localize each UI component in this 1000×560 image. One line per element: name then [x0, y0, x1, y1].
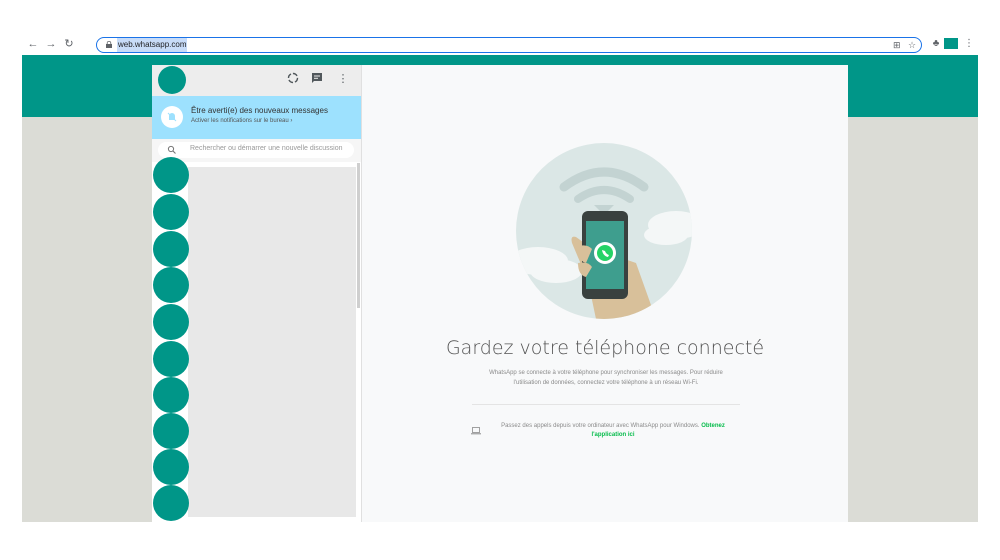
status-icon[interactable]: [286, 72, 300, 86]
chat-list: [188, 167, 356, 517]
lock-icon: [106, 41, 112, 48]
intro-panel: Gardez votre téléphone connecté WhatsApp…: [362, 65, 848, 522]
desktop-calls-text: Passez des appels depuis votre ordinateu…: [485, 422, 741, 440]
enable-notifications-link[interactable]: Activer les notifications sur le bureau …: [191, 118, 292, 124]
reload-icon[interactable]: ↻: [62, 37, 76, 51]
chat-avatar[interactable]: [153, 157, 189, 193]
desktop-calls-description: Passez des appels depuis votre ordinateu…: [501, 423, 700, 429]
extensions-icon[interactable]: ♣: [929, 37, 943, 51]
phone-connected-illustration: [516, 143, 692, 319]
address-bar[interactable]: web.whatsapp.com ⊞ ☆: [96, 37, 922, 53]
browser-toolbar: ← → ↻ web.whatsapp.com ⊞ ☆ ♣ ⋮: [22, 36, 978, 54]
divider: [472, 404, 740, 405]
sidebar-header: ⋮: [152, 65, 361, 96]
sidebar: ⋮ Être averti(e) des nouveaux messages A…: [152, 65, 362, 522]
user-avatar[interactable]: [158, 66, 186, 94]
browser-menu-icon[interactable]: ⋮: [962, 37, 976, 51]
search-box[interactable]: Rechercher ou démarrer une nouvelle disc…: [158, 142, 354, 158]
chat-avatar[interactable]: [153, 449, 189, 485]
menu-icon[interactable]: ⋮: [336, 72, 350, 86]
intro-description: WhatsApp se connecte à votre téléphone p…: [489, 370, 723, 386]
search-input[interactable]: Rechercher ou démarrer une nouvelle disc…: [190, 145, 343, 152]
url-text[interactable]: web.whatsapp.com: [117, 38, 188, 52]
notification-bell-off-icon: [161, 106, 183, 128]
notification-banner[interactable]: Être averti(e) des nouveaux messages Act…: [152, 96, 361, 139]
chat-avatar[interactable]: [153, 231, 189, 267]
forward-icon[interactable]: →: [44, 37, 58, 51]
laptop-icon: [471, 427, 481, 435]
chat-avatar[interactable]: [153, 304, 189, 340]
chat-avatar[interactable]: [153, 341, 189, 377]
chat-avatar[interactable]: [153, 485, 189, 521]
whatsapp-app: ⋮ Être averti(e) des nouveaux messages A…: [152, 65, 848, 522]
search-icon: [167, 145, 176, 154]
search-area: Rechercher ou démarrer une nouvelle disc…: [152, 139, 361, 162]
intro-title: Gardez votre téléphone connecté: [445, 337, 765, 359]
notification-title: Être averti(e) des nouveaux messages: [191, 106, 328, 115]
back-icon[interactable]: ←: [26, 37, 40, 51]
bookmark-star-icon[interactable]: ☆: [908, 38, 916, 52]
chat-list-scrollbar[interactable]: [357, 163, 360, 308]
profile-icon[interactable]: [944, 38, 958, 49]
chat-avatar[interactable]: [153, 194, 189, 230]
chat-avatar[interactable]: [153, 267, 189, 303]
chat-avatar[interactable]: [153, 413, 189, 449]
chat-avatar[interactable]: [153, 377, 189, 413]
qr-icon[interactable]: ⊞: [893, 38, 901, 52]
new-chat-icon[interactable]: [310, 72, 324, 86]
